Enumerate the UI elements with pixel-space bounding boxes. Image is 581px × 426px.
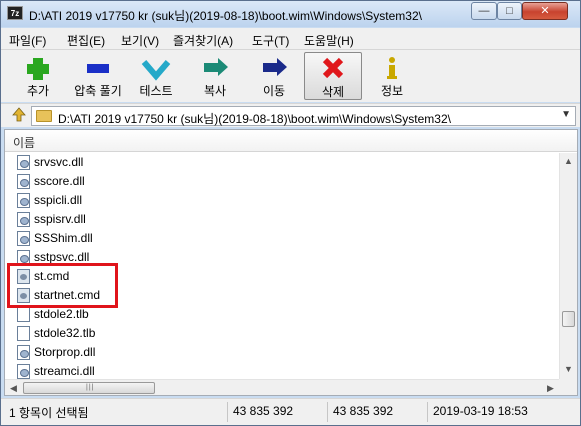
horizontal-scrollbar[interactable]: ◀ ||| ▶ (5, 379, 559, 395)
check-icon (128, 52, 184, 82)
test-button[interactable]: 테스트 (128, 52, 184, 100)
scroll-grip-icon: ||| (86, 384, 95, 391)
horizontal-scroll-thumb[interactable]: ||| (23, 382, 155, 394)
status-modified: 2019-03-19 18:53 (433, 404, 528, 418)
list-item[interactable]: sscore.dll (5, 172, 559, 191)
file-icon (17, 326, 30, 341)
status-size: 43 835 392 (233, 404, 294, 418)
status-selection: 1 항목이 선택됨 (9, 406, 89, 420)
delete-label: 삭제 (321, 85, 345, 99)
status-divider (227, 402, 228, 422)
file-name: SSShim.dll (34, 231, 93, 245)
info-icon (364, 52, 420, 82)
menu-help[interactable]: 도움말(H) (304, 32, 354, 49)
file-name: stdole2.tlb (34, 307, 89, 321)
test-label: 테스트 (139, 84, 173, 98)
address-dropdown-icon[interactable]: ▼ (561, 109, 571, 120)
menu-edit[interactable]: 편집(E) (67, 32, 105, 49)
window-title: D:\ATI 2019 v17750 kr (suk님)(2019-08-18)… (29, 9, 422, 23)
menu-view[interactable]: 보기(V) (121, 32, 159, 49)
menu-tools[interactable]: 도구(T) (252, 32, 289, 49)
copy-label: 복사 (203, 84, 227, 98)
status-divider (327, 402, 328, 422)
dll-file-icon (17, 345, 30, 360)
plus-icon (10, 52, 66, 82)
list-item[interactable]: SSShim.dll (5, 229, 559, 248)
address-bar: D:\ATI 2019 v17750 kr (suk님)(2019-08-18)… (1, 103, 580, 127)
file-name: streamci.dll (34, 364, 95, 378)
address-input[interactable]: D:\ATI 2019 v17750 kr (suk님)(2019-08-18)… (31, 106, 576, 126)
status-bar: 1 항목이 선택됨 43 835 392 43 835 392 2019-03-… (1, 398, 580, 425)
maximize-button[interactable]: □ (497, 2, 522, 20)
scroll-down-icon[interactable]: ▼ (560, 361, 577, 378)
vertical-scroll-thumb[interactable] (562, 311, 575, 327)
dll-file-icon (17, 212, 30, 227)
archive-window: 7z D:\ATI 2019 v17750 kr (suk님)(2019-08-… (0, 0, 581, 426)
add-button[interactable]: 추가 (10, 52, 66, 100)
move-button[interactable]: 이동 (246, 52, 302, 100)
file-name: sstpsvc.dll (34, 250, 90, 264)
7zip-app-icon[interactable]: 7z (7, 6, 23, 20)
delete-button[interactable]: 삭제 (304, 52, 362, 100)
add-label: 추가 (26, 84, 50, 98)
title-bar[interactable]: 7z D:\ATI 2019 v17750 kr (suk님)(2019-08-… (1, 1, 580, 27)
menu-favorites[interactable]: 즐겨찾기(A) (173, 32, 233, 49)
column-name-label: 이름 (13, 136, 36, 150)
menu-file[interactable]: 파일(F) (9, 32, 46, 49)
vertical-scrollbar[interactable]: ▲ ▼ (559, 153, 577, 379)
address-path: D:\ATI 2019 v17750 kr (suk님)(2019-08-18)… (58, 112, 451, 126)
dll-file-icon (17, 155, 30, 170)
extract-label: 압축 풀기 (74, 84, 122, 98)
status-packed-size: 43 835 392 (333, 404, 394, 418)
file-name: srvsvc.dll (34, 155, 84, 169)
list-item[interactable]: srvsvc.dll (5, 153, 559, 172)
list-item[interactable]: stdole32.tlb (5, 324, 559, 343)
minimize-button[interactable]: — (471, 2, 497, 20)
file-name: sscore.dll (34, 174, 85, 188)
scroll-left-icon[interactable]: ◀ (5, 380, 22, 395)
copy-arrow-icon (187, 52, 243, 82)
file-name: sspicli.dll (34, 193, 83, 207)
dll-file-icon (17, 364, 30, 379)
list-item[interactable]: sspisrv.dll (5, 210, 559, 229)
column-header-name[interactable]: 이름 (5, 130, 577, 152)
copy-button[interactable]: 복사 (187, 52, 243, 100)
file-name: stdole32.tlb (34, 326, 96, 340)
highlight-box (7, 263, 118, 308)
extract-button[interactable]: 압축 풀기 (67, 52, 129, 100)
folder-icon (36, 110, 52, 122)
info-label: 정보 (380, 84, 404, 98)
dll-file-icon (17, 231, 30, 246)
list-item[interactable]: streamci.dll (5, 362, 559, 379)
info-button[interactable]: 정보 (364, 52, 420, 100)
file-name: sspisrv.dll (34, 212, 86, 226)
menu-bar: 파일(F) 편집(E) 보기(V) 즐겨찾기(A) 도구(T) 도움말(H) (1, 28, 580, 50)
toolbar: 추가 압축 풀기 테스트 복사 이동 삭제 정보 (1, 50, 580, 102)
dll-file-icon (17, 193, 30, 208)
file-name: Storprop.dll (34, 345, 96, 359)
status-divider (427, 402, 428, 422)
scroll-right-icon[interactable]: ▶ (542, 380, 559, 395)
move-label: 이동 (262, 84, 286, 98)
list-item[interactable]: sspicli.dll (5, 191, 559, 210)
scroll-corner (559, 379, 577, 395)
close-button[interactable]: ✕ (522, 2, 568, 20)
minus-icon (67, 52, 129, 82)
list-item[interactable]: Storprop.dll (5, 343, 559, 362)
delete-x-icon (305, 53, 361, 83)
up-folder-icon[interactable] (11, 107, 27, 123)
scroll-up-icon[interactable]: ▲ (560, 153, 577, 170)
move-arrow-icon (246, 52, 302, 82)
file-icon (17, 307, 30, 322)
dll-file-icon (17, 174, 30, 189)
